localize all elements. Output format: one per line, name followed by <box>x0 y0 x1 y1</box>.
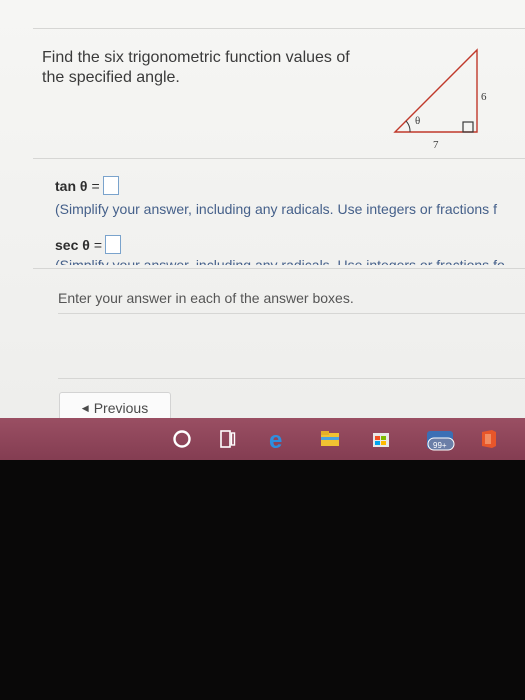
enter-answer-message: Enter your answer in each of the answer … <box>58 290 354 306</box>
mail-icon[interactable]: 99+ <box>425 427 459 451</box>
sec-hint: (Simplify your answer, including any rad… <box>55 257 505 265</box>
tan-answer: tan θ = <box>55 176 119 195</box>
tan-label: tan θ <box>55 177 88 194</box>
sec-equals: = <box>93 236 103 253</box>
mail-badge: 99+ <box>433 441 447 450</box>
browser-page: Find the six trigonometric function valu… <box>0 0 525 418</box>
windows-taskbar: e 99+ <box>0 418 525 460</box>
file-explorer-icon[interactable] <box>318 427 342 451</box>
footer-divider-2 <box>58 378 525 379</box>
triangle-diagram: θ 6 7 <box>393 48 487 151</box>
store-icon[interactable] <box>369 427 393 451</box>
office-icon[interactable] <box>476 427 500 451</box>
footer-divider-1 <box>58 313 525 314</box>
tan-equals: = <box>91 177 100 194</box>
chevron-left-icon: ◀ <box>81 402 89 413</box>
tan-answer-box[interactable] <box>102 176 119 195</box>
dark-bezel-area <box>0 460 525 700</box>
question-divider <box>33 158 525 159</box>
edge-icon[interactable]: e <box>266 427 290 451</box>
sec-answer: sec θ = <box>55 235 122 254</box>
answers-divider <box>33 268 525 269</box>
sec-answer-box[interactable] <box>105 235 122 254</box>
triangle-opposite-label: 6 <box>481 91 487 103</box>
svg-text:e: e <box>269 427 282 451</box>
sec-label: sec θ <box>55 236 90 253</box>
triangle-angle-label: θ <box>415 115 420 127</box>
previous-label: Previous <box>93 400 149 416</box>
previous-button[interactable]: ◀ Previous <box>59 392 171 418</box>
task-view-icon[interactable] <box>216 427 240 451</box>
triangle-adjacent-label: 7 <box>433 139 439 151</box>
tan-hint: (Simplify your answer, including any rad… <box>55 201 497 217</box>
top-divider <box>33 28 525 29</box>
question-text: Find the six trigonometric function valu… <box>42 49 350 86</box>
cortana-icon[interactable] <box>170 427 194 451</box>
